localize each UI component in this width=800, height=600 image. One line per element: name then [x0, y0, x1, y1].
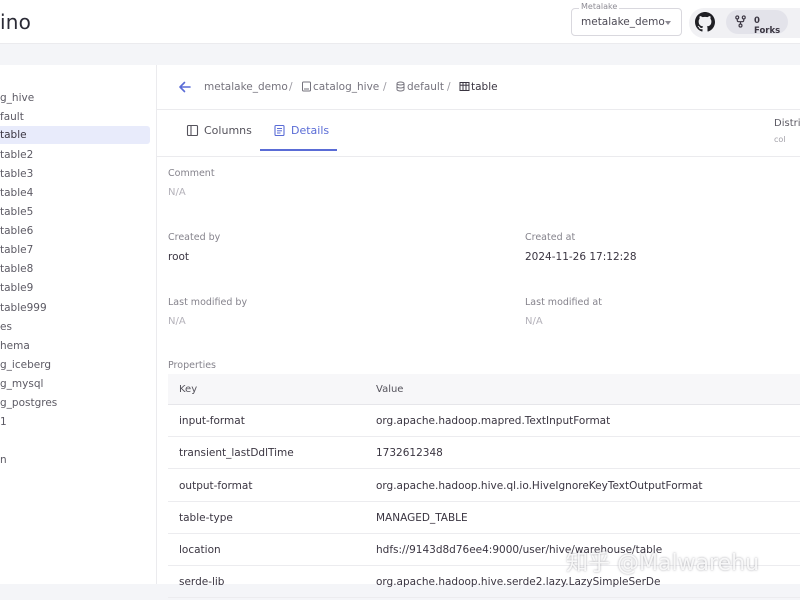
tree-item-catalog-hive[interactable]: g_hive	[0, 89, 150, 107]
tree-item-table8[interactable]: table8	[0, 260, 150, 278]
github-icon[interactable]	[695, 12, 715, 32]
tree-item-schemas[interactable]: es	[0, 318, 150, 336]
table-row: input-format org.apache.hadoop.mapred.Te…	[168, 405, 800, 437]
created-at-value: 2024-11-26 17:12:28	[525, 251, 637, 263]
comment-value: N/A	[168, 187, 186, 198]
breadcrumb: metalake_demo / catalog_hive / default /…	[157, 65, 800, 110]
tree-item-default[interactable]: fault	[0, 108, 150, 126]
tree-item-catalog-mysql[interactable]: g_mysql	[0, 375, 150, 393]
metalake-select-value: metalake_demo	[581, 16, 665, 28]
tree-item-table9[interactable]: table9	[0, 279, 150, 297]
last-modified-at-label: Last modified at	[525, 297, 602, 308]
forks-count: 0 Forks	[754, 16, 781, 36]
arrow-left-icon[interactable]	[178, 80, 192, 94]
app-brand: ino	[0, 10, 32, 34]
breadcrumb-schema[interactable]: default	[395, 81, 444, 93]
table-header-row: Key Value	[168, 374, 800, 405]
table-row: table-type MANAGED_TABLE	[168, 502, 800, 534]
watermark: 知乎 @Malwarehu	[566, 551, 760, 576]
tree-item-table5[interactable]: table5	[0, 203, 150, 221]
column-header-value: Value	[376, 384, 404, 395]
last-modified-by-value: N/A	[168, 316, 186, 327]
property-value: org.apache.hadoop.hive.serde2.lazy.LazyS…	[376, 576, 661, 588]
breadcrumb-schema-label: default	[407, 81, 444, 93]
property-key: serde-lib	[179, 576, 225, 588]
app-header: ino Metalake metalake_demo 0 Forks	[0, 0, 800, 44]
last-modified-at-value: N/A	[525, 316, 543, 327]
property-key: input-format	[179, 415, 245, 427]
breadcrumb-separator: /	[289, 81, 293, 93]
tree-item-1[interactable]: 1	[0, 413, 150, 431]
detail-tabs: Columns Details Distri col	[157, 110, 800, 157]
property-value: MANAGED_TABLE	[376, 512, 468, 524]
breadcrumb-separator: /	[383, 81, 387, 93]
table-row: output-format org.apache.hadoop.hive.ql.…	[168, 470, 800, 502]
created-at-label: Created at	[525, 232, 576, 243]
tree-item-blank[interactable]	[0, 432, 150, 450]
tree-item-catalog-postgres[interactable]: g_postgres	[0, 394, 150, 412]
tab-details-label: Details	[291, 124, 330, 137]
properties-label: Properties	[168, 360, 217, 371]
tree-item-table4[interactable]: table4	[0, 184, 150, 202]
breadcrumb-table: table	[459, 81, 498, 93]
tree-item-table[interactable]: table	[0, 126, 150, 144]
property-value: 1732612348	[376, 447, 443, 459]
tree-item-table6[interactable]: table6	[0, 222, 150, 240]
database-icon	[396, 81, 405, 92]
property-key: transient_lastDdlTime	[179, 447, 294, 459]
table-row: transient_lastDdlTime 1732612348	[168, 437, 800, 469]
distribution-label: Distri	[774, 118, 800, 129]
breadcrumb-catalog[interactable]: catalog_hive	[301, 81, 379, 93]
main-panel: metalake_demo / catalog_hive / default /…	[157, 65, 800, 598]
property-key: table-type	[179, 512, 233, 524]
last-modified-by-label: Last modified by	[168, 297, 248, 308]
tree-item-table3[interactable]: table3	[0, 165, 150, 183]
property-key: location	[179, 544, 221, 556]
created-by-label: Created by	[168, 232, 221, 243]
breadcrumb-metalake[interactable]: metalake_demo	[204, 81, 288, 93]
distribution-value: col	[774, 135, 786, 144]
github-bar: 0 Forks	[689, 8, 800, 38]
breadcrumb-table-label: table	[471, 81, 498, 93]
tree-item-catalog-iceberg[interactable]: g_iceberg	[0, 356, 150, 374]
tree-item-table2[interactable]: table2	[0, 146, 150, 164]
tree-item-schema[interactable]: hema	[0, 337, 150, 355]
tree-item-table7[interactable]: table7	[0, 241, 150, 259]
tab-details[interactable]: Details	[260, 110, 337, 151]
columns-icon	[186, 124, 199, 137]
property-value: org.apache.hadoop.mapred.TextInputFormat	[376, 415, 611, 427]
details-icon	[274, 124, 285, 137]
property-value: org.apache.hadoop.hive.ql.io.HiveIgnoreK…	[376, 480, 703, 492]
tab-columns-label: Columns	[204, 124, 252, 137]
metalake-select[interactable]: Metalake metalake_demo	[571, 2, 682, 36]
forks-button[interactable]: 0 Forks	[726, 10, 788, 36]
metalake-select-label: Metalake	[579, 2, 620, 11]
breadcrumb-catalog-label: catalog_hive	[313, 81, 380, 93]
tree-item-n[interactable]: n	[0, 451, 150, 469]
created-by-value: root	[168, 251, 190, 263]
fork-icon	[735, 15, 746, 28]
chevron-down-icon	[665, 21, 671, 25]
table-icon	[459, 82, 470, 91]
catalog-icon	[302, 81, 311, 92]
breadcrumb-separator: /	[447, 81, 451, 93]
comment-label: Comment	[168, 168, 215, 179]
property-key: output-format	[179, 480, 253, 492]
column-header-key: Key	[179, 384, 198, 395]
catalog-tree-sidebar: g_hive fault table table2 table3 table4 …	[0, 65, 157, 584]
tree-item-table999[interactable]: table999	[0, 299, 150, 317]
tab-columns[interactable]: Columns	[186, 110, 252, 151]
